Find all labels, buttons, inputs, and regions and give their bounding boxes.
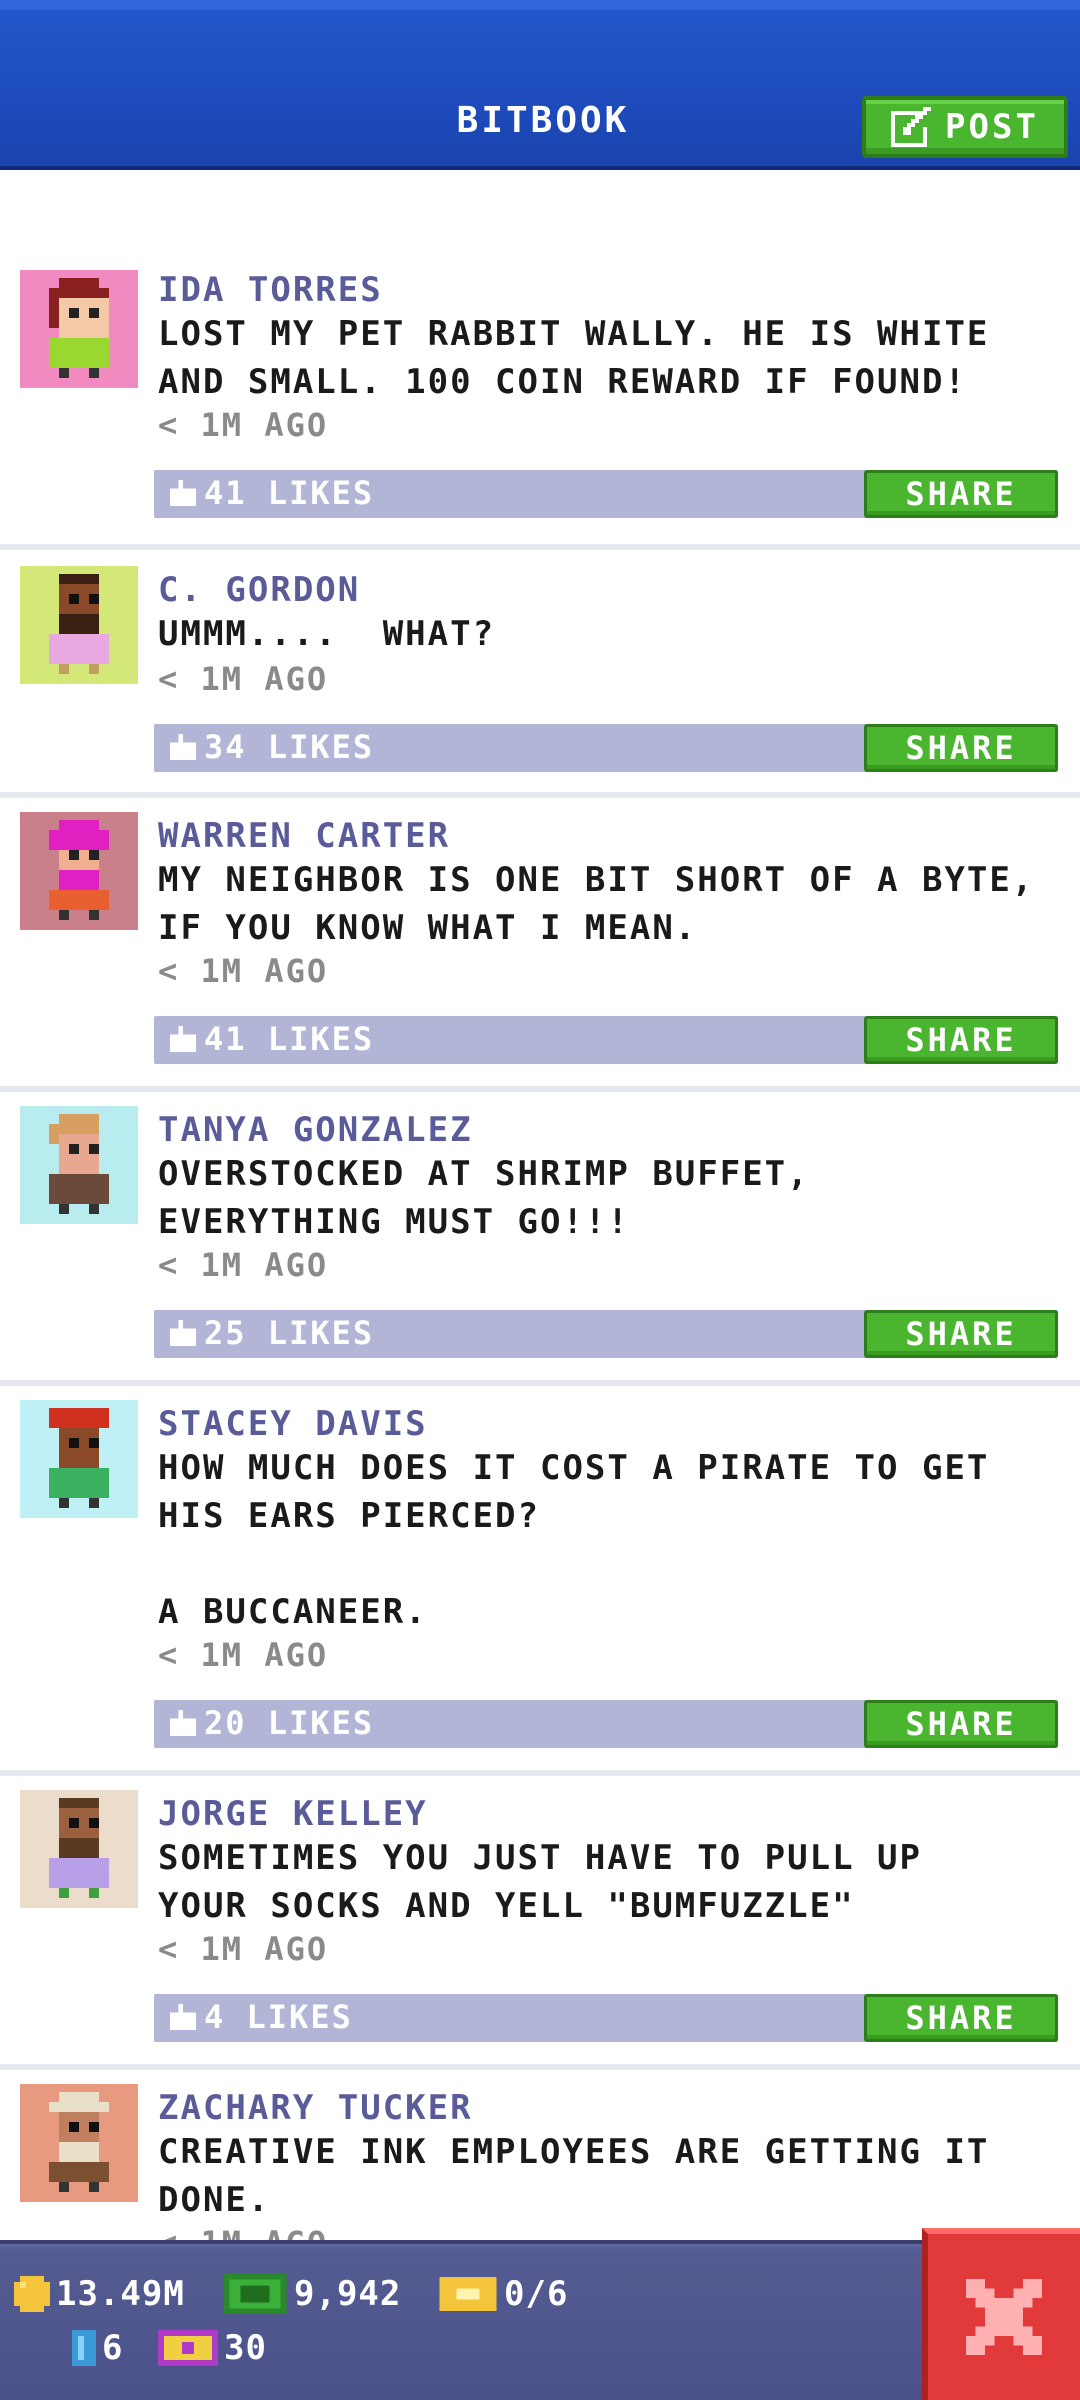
list-item: ZACHARY TUCKER CREATIVE INK EMPLOYEES AR…	[0, 2074, 1080, 2240]
ticket-icon	[439, 2277, 497, 2311]
like-bar: 41 LIKES SHARE	[154, 470, 1058, 518]
likes-count[interactable]: 41 LIKES	[170, 1020, 374, 1058]
thumbs-up-icon	[170, 1320, 196, 1346]
likes-label: 4 LIKES	[204, 1998, 353, 2036]
cash-stat: 9,942	[222, 2274, 401, 2314]
post-time: < 1M AGO	[158, 1930, 329, 1968]
pixel-person-icon	[49, 1114, 109, 1214]
cash-value: 9,942	[294, 2274, 402, 2314]
likes-label: 34 LIKES	[204, 728, 375, 766]
post-button-label: POST	[945, 107, 1039, 147]
like-bar: 25 LIKES SHARE	[154, 1310, 1058, 1358]
post-author[interactable]: TANYA GONZALEZ	[158, 1110, 473, 1150]
likes-count[interactable]: 20 LIKES	[170, 1704, 374, 1742]
post-time: < 1M AGO	[158, 2224, 328, 2240]
like-bar: 34 LIKES SHARE	[154, 724, 1058, 772]
post-time: < 1M AGO	[158, 1636, 329, 1674]
bottom-status-bar: 13.49M 9,942 0/6 6 30	[0, 2240, 1080, 2400]
share-button[interactable]: SHARE	[864, 1994, 1058, 2042]
like-bar: 20 LIKES SHARE	[154, 1700, 1058, 1748]
list-item: C. GORDON UMMM.... WHAT? < 1M AGO 34 LIK…	[0, 556, 1080, 798]
close-icon	[966, 2279, 1042, 2355]
list-item: IDA TORRES LOST MY PET RABBIT WALLY. HE …	[0, 270, 1080, 550]
top-header: BITBOOK POST	[0, 0, 1080, 170]
like-bar: 41 LIKES SHARE	[154, 1016, 1058, 1064]
header-top-stripe	[0, 0, 1080, 10]
list-item: WARREN CARTER MY NEIGHBOR IS ONE BIT SHO…	[0, 802, 1080, 1092]
post-message: HOW MUCH DOES IT COST A PIRATE TO GET HI…	[158, 1448, 990, 1632]
bux-value: 30	[224, 2328, 267, 2368]
post-author[interactable]: ZACHARY TUCKER	[158, 2088, 473, 2128]
item-icon	[72, 2330, 96, 2366]
thumbs-up-icon	[170, 1026, 196, 1052]
thumbs-up-icon	[170, 480, 196, 506]
avatar[interactable]	[20, 1790, 138, 1908]
post-time: < 1M AGO	[158, 406, 329, 444]
post-author[interactable]: WARREN CARTER	[158, 816, 450, 856]
close-button[interactable]	[922, 2228, 1080, 2400]
avatar[interactable]	[20, 566, 138, 684]
post-message: MY NEIGHBOR IS ONE BIT SHORT OF A BYTE, …	[158, 860, 1035, 948]
feed-list[interactable]: IDA TORRES LOST MY PET RABBIT WALLY. HE …	[0, 174, 1080, 2240]
post-author[interactable]: STACEY DAVIS	[158, 1404, 428, 1444]
tickets-value: 0/6	[504, 2274, 569, 2314]
share-button[interactable]: SHARE	[864, 1310, 1058, 1358]
coin-icon	[14, 2276, 50, 2312]
list-item: JORGE KELLEY SOMETIMES YOU JUST HAVE TO …	[0, 1780, 1080, 2070]
likes-count[interactable]: 4 LIKES	[170, 1998, 353, 2036]
post-message: OVERSTOCKED AT SHRIMP BUFFET, EVERYTHING…	[158, 1154, 810, 1242]
post-time: < 1M AGO	[158, 660, 329, 698]
likes-count[interactable]: 25 LIKES	[170, 1314, 374, 1352]
likes-label: 41 LIKES	[204, 474, 375, 512]
post-message: SOMETIMES YOU JUST HAVE TO PULL UP YOUR …	[158, 1838, 922, 1926]
post-message: LOST MY PET RABBIT WALLY. HE IS WHITE AN…	[158, 314, 990, 402]
pixel-person-icon	[49, 820, 109, 920]
thumbs-up-icon	[170, 2004, 196, 2030]
bux-stat: 30	[158, 2328, 267, 2368]
coins-stat: 13.49M	[14, 2274, 185, 2314]
avatar[interactable]	[20, 2084, 138, 2202]
post-author[interactable]: JORGE KELLEY	[158, 1794, 428, 1834]
like-bar: 4 LIKES SHARE	[154, 1994, 1058, 2042]
post-author[interactable]: C. GORDON	[158, 570, 360, 610]
likes-label: 20 LIKES	[204, 1704, 375, 1742]
coins-value: 13.49M	[56, 2274, 185, 2314]
avatar[interactable]	[20, 812, 138, 930]
share-button[interactable]: SHARE	[864, 724, 1058, 772]
compose-icon	[891, 107, 932, 147]
avatar[interactable]	[20, 270, 138, 388]
likes-count[interactable]: 34 LIKES	[170, 728, 374, 766]
post-button[interactable]: POST	[862, 96, 1068, 158]
post-message: CREATIVE INK EMPLOYEES ARE GETTING IT DO…	[158, 2132, 990, 2220]
share-button[interactable]: SHARE	[864, 1016, 1058, 1064]
tickets-stat: 0/6	[438, 2274, 568, 2314]
thumbs-up-icon	[170, 1710, 196, 1736]
cash-icon	[223, 2274, 287, 2314]
post-message: UMMM.... WHAT?	[158, 614, 496, 654]
pixel-person-icon	[49, 1798, 109, 1898]
pixel-person-icon	[49, 574, 109, 674]
pixel-person-icon	[49, 1408, 109, 1508]
items-stat: 6	[72, 2328, 123, 2368]
share-button[interactable]: SHARE	[864, 1700, 1058, 1748]
list-item: TANYA GONZALEZ OVERSTOCKED AT SHRIMP BUF…	[0, 1096, 1080, 1386]
pixel-person-icon	[49, 2092, 109, 2192]
list-item: STACEY DAVIS HOW MUCH DOES IT COST A PIR…	[0, 1390, 1080, 1776]
likes-label: 25 LIKES	[204, 1314, 375, 1352]
post-time: < 1M AGO	[158, 1246, 329, 1284]
thumbs-up-icon	[170, 734, 196, 760]
bux-icon	[158, 2330, 218, 2366]
pixel-person-icon	[49, 278, 109, 378]
avatar[interactable]	[20, 1400, 138, 1518]
post-time: < 1M AGO	[158, 952, 329, 990]
post-author[interactable]: IDA TORRES	[158, 270, 383, 310]
avatar[interactable]	[20, 1106, 138, 1224]
items-value: 6	[102, 2328, 124, 2368]
share-button[interactable]: SHARE	[864, 470, 1058, 518]
likes-count[interactable]: 41 LIKES	[170, 474, 374, 512]
likes-label: 41 LIKES	[204, 1020, 375, 1058]
